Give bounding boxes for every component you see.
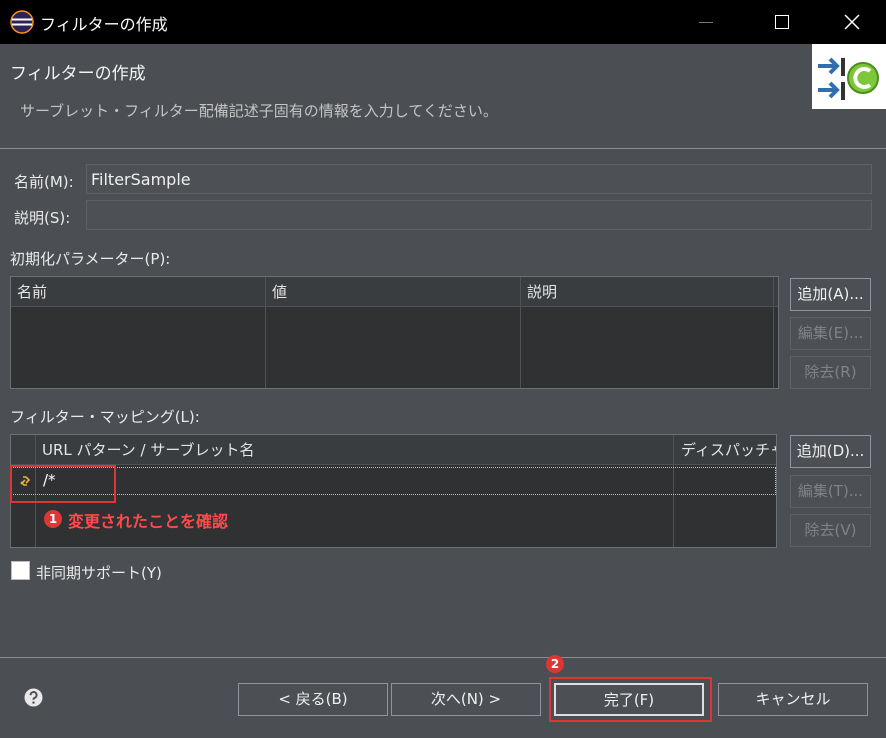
help-icon[interactable]: [24, 688, 43, 707]
async-support-checkbox[interactable]: [11, 561, 30, 580]
window-title: フィルターの作成: [40, 15, 168, 34]
back-button[interactable]: < 戻る(B): [238, 683, 388, 716]
maximize-button[interactable]: [752, 0, 812, 44]
filter-mappings-label: フィルター・マッピング(L):: [10, 408, 200, 426]
eclipse-icon: [10, 10, 34, 34]
mappings-remove-button[interactable]: 除去(V): [790, 514, 871, 547]
mappings-add-button[interactable]: 追加(D)...: [790, 435, 871, 468]
description-field[interactable]: [86, 200, 872, 230]
annotation-badge: 1: [44, 510, 62, 528]
params-add-button[interactable]: 追加(A)...: [790, 278, 871, 311]
mappings-edit-button[interactable]: 編集(T)...: [790, 475, 871, 508]
annotation-highlight-box: [10, 465, 116, 503]
next-button[interactable]: 次へ(N) >: [391, 683, 541, 716]
async-support-label[interactable]: 非同期サポート(Y): [36, 562, 162, 583]
annotation-highlight-box: [549, 677, 712, 722]
close-icon: [844, 14, 860, 30]
footer-separator: [0, 657, 886, 658]
name-field[interactable]: [86, 164, 872, 194]
annotation-text: 変更されたことを確認: [68, 512, 229, 531]
column-divider: [520, 277, 521, 388]
close-button[interactable]: [822, 0, 882, 44]
dialog-title: フィルターの作成: [10, 64, 146, 84]
column-divider: [773, 277, 774, 388]
column-header-url-pattern[interactable]: URL パターン / サーブレット名: [36, 435, 672, 465]
table-header: URL パターン / サーブレット名 ディスパッチャ: [11, 435, 776, 465]
annotation-badge: 2: [546, 655, 564, 673]
column-header-description[interactable]: 説明: [521, 277, 771, 307]
column-header-name[interactable]: 名前: [11, 277, 265, 307]
column-header-dispatcher[interactable]: ディスパッチャ: [675, 435, 776, 465]
init-params-label: 初期化パラメーター(P):: [10, 250, 171, 268]
filter-wizard-banner-icon: [812, 44, 886, 109]
table-header: 名前 値 説明: [11, 277, 778, 307]
dialog-message: サーブレット・フィルター配備記述子固有の情報を入力してください。: [20, 102, 498, 120]
maximize-icon: [775, 15, 789, 29]
description-label: 説明(S):: [14, 209, 71, 227]
minimize-button[interactable]: [676, 0, 736, 44]
params-edit-button[interactable]: 編集(E)...: [790, 317, 871, 350]
init-params-table[interactable]: 名前 値 説明: [10, 276, 779, 389]
params-remove-button[interactable]: 除去(R): [790, 356, 871, 389]
column-header-value[interactable]: 値: [266, 277, 520, 307]
table-row[interactable]: /*: [11, 467, 776, 495]
header-separator: [0, 148, 886, 149]
column-divider: [265, 277, 266, 388]
minimize-icon: [699, 21, 713, 23]
name-label: 名前(M):: [14, 173, 74, 191]
cancel-button[interactable]: キャンセル: [718, 683, 868, 716]
